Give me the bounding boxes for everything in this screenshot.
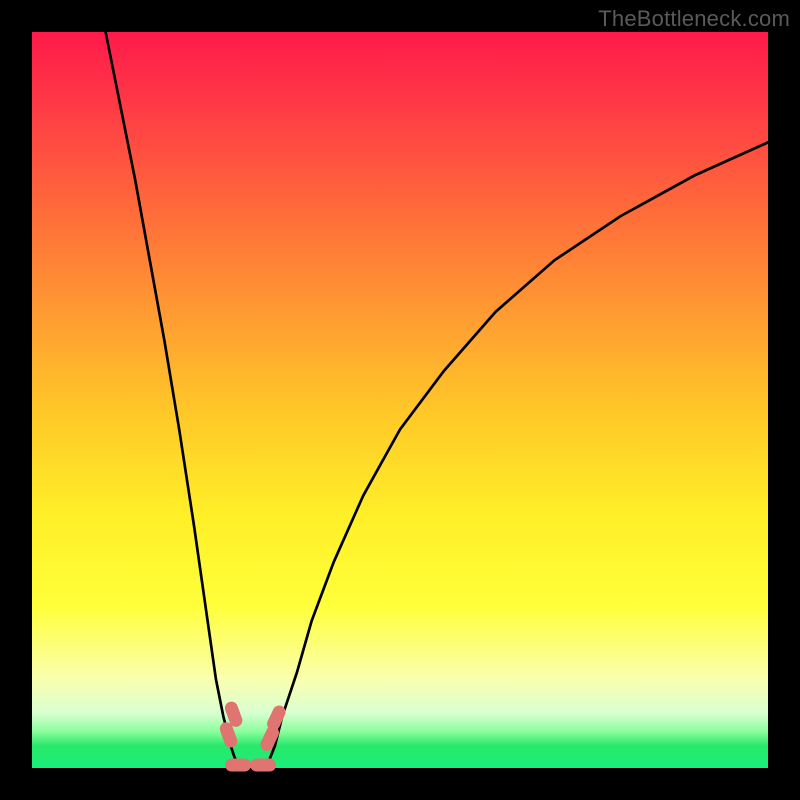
curve-layer xyxy=(106,32,768,764)
watermark-text: TheBottleneck.com xyxy=(598,6,790,32)
curve-right-branch xyxy=(268,142,768,764)
chart-svg xyxy=(32,32,768,768)
marker-floor-left xyxy=(225,759,251,772)
plot-area xyxy=(32,32,768,768)
marker-floor-right xyxy=(250,759,276,772)
chart-frame: TheBottleneck.com xyxy=(0,0,800,800)
marker-layer xyxy=(218,700,288,772)
curve-left-branch xyxy=(106,32,238,764)
